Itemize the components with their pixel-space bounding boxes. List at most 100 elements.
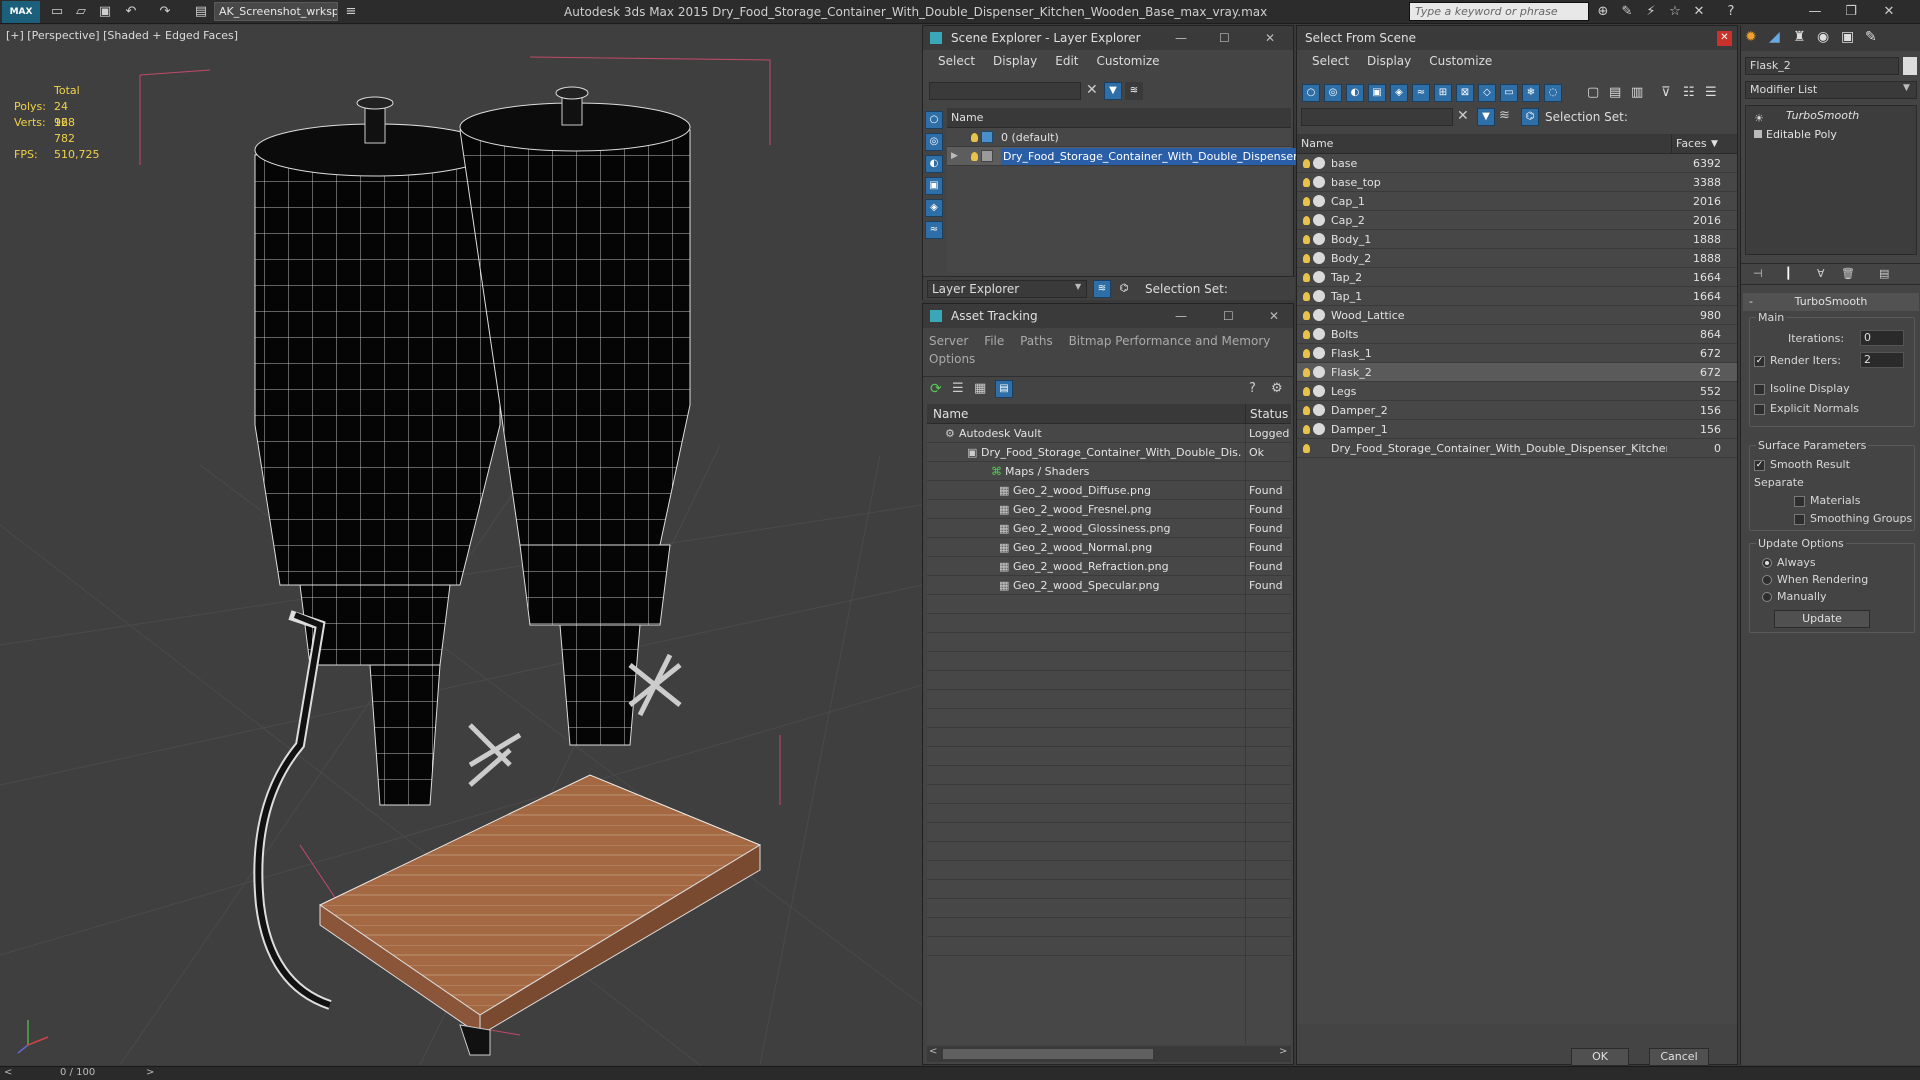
- light-bulb-icon[interactable]: [1303, 292, 1310, 301]
- frozen-filter-icon[interactable]: ❄: [1522, 84, 1540, 102]
- shapes-filter-icon[interactable]: ◎: [1324, 84, 1342, 102]
- invert-selection-icon[interactable]: ▥: [1631, 85, 1643, 100]
- perspective-viewport[interactable]: [+] [Perspective] [Shaded + Edged Faces]…: [0, 25, 922, 1065]
- light-bulb-icon[interactable]: [1303, 330, 1310, 339]
- layer-row[interactable]: ▶ Dry_Food_Storage_Container_With_Double…: [947, 147, 1323, 166]
- sfs-clear-search-icon[interactable]: ✕: [1457, 108, 1469, 124]
- explorer-type-dropdown[interactable]: Layer Explorer: [927, 280, 1087, 298]
- workspace-menu-icon[interactable]: ≡: [342, 3, 360, 21]
- light-bulb-icon[interactable]: [1303, 197, 1310, 206]
- viewport-label[interactable]: [+] [Perspective] [Shaded + Edged Faces]: [6, 29, 238, 42]
- display-shapes-icon[interactable]: ◎: [925, 133, 943, 151]
- cancel-button[interactable]: Cancel: [1649, 1048, 1709, 1066]
- scene-explorer-minimize-icon[interactable]: —: [1175, 26, 1187, 50]
- light-bulb-icon[interactable]: [971, 152, 978, 161]
- sfs-object-row[interactable]: Tap_1 1664: [1297, 287, 1737, 306]
- light-bulb-icon[interactable]: [1303, 159, 1310, 168]
- sfs-object-row[interactable]: Flask_2 672: [1297, 363, 1737, 382]
- smooth-result-checkbox[interactable]: ✓ Smooth Result: [1754, 458, 1850, 471]
- expand-arrow-icon[interactable]: ▶: [951, 147, 958, 166]
- sfs-object-row[interactable]: base 6392: [1297, 154, 1737, 173]
- modifier-list-chevron-icon[interactable]: ▼: [1903, 83, 1910, 93]
- update-button[interactable]: Update: [1774, 610, 1870, 628]
- asset-tracking-close-icon[interactable]: ✕: [1269, 304, 1279, 328]
- filter-icon[interactable]: ▼: [1104, 82, 1122, 100]
- select-none-icon[interactable]: ▤: [1609, 85, 1621, 100]
- asset-row[interactable]: ▦ Geo_2_wood_Fresnel.png Found: [927, 500, 1291, 519]
- select-from-scene-titlebar[interactable]: Select From Scene ✕: [1297, 26, 1737, 50]
- display-geometry-icon[interactable]: ○: [925, 111, 943, 129]
- tools-icon[interactable]: ✎: [1618, 3, 1636, 21]
- sfs-search-input[interactable]: [1301, 108, 1453, 126]
- redo-icon[interactable]: ↷: [156, 3, 174, 21]
- asset-row[interactable]: ▦ Geo_2_wood_Diffuse.png Found: [927, 481, 1291, 500]
- hierarchy-tab-icon[interactable]: ♜: [1793, 29, 1806, 45]
- update-when-rendering-radio[interactable]: When Rendering: [1762, 573, 1868, 586]
- minimize-icon[interactable]: —: [1800, 0, 1830, 24]
- light-bulb-icon[interactable]: [1303, 368, 1310, 377]
- light-bulb-icon[interactable]: [971, 133, 978, 142]
- sfs-object-row[interactable]: Dry_Food_Storage_Container_With_Double_D…: [1297, 439, 1737, 458]
- sfs-hierarchy-icon[interactable]: ⌬: [1521, 108, 1539, 126]
- sfs-menu-customize[interactable]: Customize: [1420, 50, 1501, 72]
- display-helpers-icon[interactable]: ◈: [925, 199, 943, 217]
- refresh-icon[interactable]: ⟳: [930, 381, 942, 397]
- asset-tracking-titlebar[interactable]: Asset Tracking — ☐ ✕: [923, 304, 1293, 328]
- timeline-prev-button[interactable]: <: [4, 1067, 12, 1078]
- light-bulb-icon[interactable]: [1303, 387, 1310, 396]
- display-lights-icon[interactable]: ◐: [925, 155, 943, 173]
- modifier-editable-poly[interactable]: Editable Poly: [1746, 125, 1916, 144]
- show-end-result-icon[interactable]: ┃: [1785, 267, 1792, 280]
- materials-checkbox[interactable]: Materials: [1794, 494, 1860, 507]
- object-color-swatch[interactable]: [1903, 57, 1917, 75]
- geometry-filter-icon[interactable]: ○: [1302, 84, 1320, 102]
- hidden-filter-icon[interactable]: ◌: [1544, 84, 1562, 102]
- sfs-object-row[interactable]: Wood_Lattice 980: [1297, 306, 1737, 325]
- columns-icon[interactable]: ☰: [1705, 85, 1717, 100]
- list-view-icon[interactable]: ☰: [952, 381, 964, 396]
- chevron-down-icon[interactable]: ▼: [1075, 282, 1081, 291]
- modify-tab-icon[interactable]: ◢: [1769, 29, 1780, 45]
- scene-explorer-titlebar[interactable]: Scene Explorer - Layer Explorer — ☐ ✕: [923, 26, 1293, 50]
- scrollbar-thumb[interactable]: [943, 1049, 1153, 1059]
- light-bulb-icon[interactable]: [1303, 235, 1310, 244]
- scroll-left-icon[interactable]: <: [929, 1046, 937, 1057]
- help-icon[interactable]: ?: [1722, 3, 1740, 21]
- asset-menu-bitmap-performance[interactable]: Bitmap Performance and Memory: [1069, 334, 1271, 348]
- sfs-object-row[interactable]: Flask_1 672: [1297, 344, 1737, 363]
- scroll-right-icon[interactable]: >: [1279, 1046, 1287, 1057]
- light-bulb-icon[interactable]: [1303, 254, 1310, 263]
- asset-row[interactable]: ▦ Geo_2_wood_Normal.png Found: [927, 538, 1291, 557]
- sfs-object-row[interactable]: Cap_2 2016: [1297, 211, 1737, 230]
- scene-explorer-menu-display[interactable]: Display: [984, 50, 1046, 72]
- light-bulb-icon[interactable]: [1303, 273, 1310, 282]
- display-cameras-icon[interactable]: ▣: [925, 177, 943, 195]
- explicit-normals-checkbox[interactable]: Explicit Normals: [1754, 402, 1859, 415]
- sfs-object-row[interactable]: base_top 3388: [1297, 173, 1737, 192]
- sfs-object-row[interactable]: Damper_1 156: [1297, 420, 1737, 439]
- pin-stack-icon[interactable]: ⊣: [1753, 267, 1763, 280]
- sfs-layers-icon[interactable]: ≋: [1499, 108, 1510, 123]
- light-bulb-icon[interactable]: [1303, 425, 1310, 434]
- hierarchy-icon[interactable]: ⌬: [1115, 280, 1133, 298]
- light-bulb-icon[interactable]: [1303, 444, 1310, 453]
- xrefs-filter-icon[interactable]: ⊠: [1456, 84, 1474, 102]
- display-tab-icon[interactable]: ▣: [1841, 29, 1854, 45]
- asset-row[interactable]: ⚙ Autodesk Vault Logged: [927, 424, 1291, 443]
- asset-row[interactable]: ▦ Geo_2_wood_Refraction.png Found: [927, 557, 1291, 576]
- sfs-filter-icon[interactable]: ▼: [1477, 108, 1495, 126]
- dialog-close-icon[interactable]: ✕: [1717, 31, 1732, 46]
- timeline-next-button[interactable]: >: [146, 1067, 154, 1078]
- scene-explorer-maximize-icon[interactable]: ☐: [1219, 26, 1230, 50]
- configure-sets-icon[interactable]: ▤: [1879, 267, 1889, 280]
- sfs-col-name[interactable]: Name: [1301, 134, 1333, 154]
- sfs-object-row[interactable]: Body_2 1888: [1297, 249, 1737, 268]
- turbosmooth-rollout-header[interactable]: - TurboSmooth: [1743, 293, 1919, 311]
- scene-explorer-menu-select[interactable]: Select: [929, 50, 984, 72]
- clear-search-icon[interactable]: ✕: [1086, 82, 1098, 98]
- new-file-icon[interactable]: ▭: [48, 3, 66, 21]
- display-spacewarps-icon[interactable]: ≈: [925, 221, 943, 239]
- asset-row[interactable]: ⌘ Maps / Shaders: [927, 462, 1291, 481]
- update-always-radio[interactable]: Always: [1762, 556, 1816, 569]
- workspace-selector[interactable]: AK_Screenshot_wrksp: [214, 2, 338, 21]
